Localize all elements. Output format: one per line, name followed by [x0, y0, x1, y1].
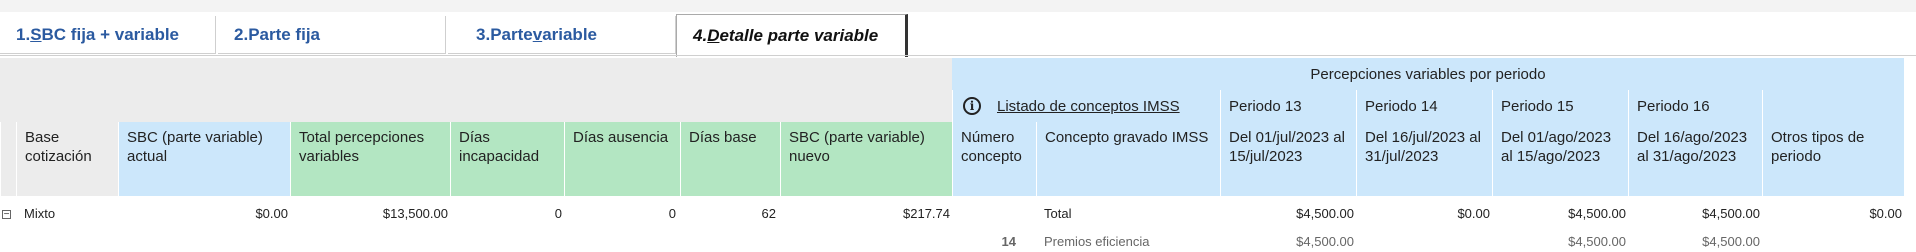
tab-label: Parte fija	[248, 24, 320, 44]
col-sbc-actual[interactable]: SBC (parte variable) actual	[118, 122, 290, 196]
cell-total-percepciones: $13,500.00	[382, 206, 448, 221]
period-15-header: Periodo 15	[1492, 90, 1628, 122]
tab-number: 2.	[234, 24, 249, 44]
tab-sbc-fija-variable[interactable]: 1. S BC fija + variable	[0, 16, 216, 54]
cell-periodo-16: $4,500.00	[1702, 206, 1760, 221]
tab-mnemonic: S	[30, 24, 42, 44]
period-16-header: Periodo 16	[1628, 90, 1762, 122]
tab-mnemonic: v	[532, 24, 543, 44]
tab-label: BC fija + variable	[41, 24, 180, 44]
cell-otros: $0.00	[1869, 206, 1902, 221]
collapse-toggle-icon[interactable]: −	[2, 210, 11, 220]
cell-periodo-16: $4,500.00	[1702, 234, 1760, 249]
col-concepto-gravado[interactable]: Concepto gravado IMSS	[1036, 122, 1220, 196]
tab-number: 3.	[476, 24, 491, 44]
tab-number: 4.	[693, 26, 708, 45]
col-numero-concepto[interactable]: Número concepto	[952, 122, 1036, 196]
cell-concepto: Total	[1044, 206, 1072, 221]
cell-periodo-15: $4,500.00	[1568, 206, 1626, 221]
tab-mnemonic: D	[707, 26, 720, 45]
expander-column-header	[0, 122, 17, 196]
period-13-header: Periodo 13	[1220, 90, 1356, 122]
cell-periodo-13: $4,500.00	[1296, 234, 1354, 249]
grid-header-empty	[0, 58, 952, 122]
col-periodo-16[interactable]: Del 16/ago/2023 al 31/ago/2023	[1628, 122, 1762, 196]
tab-detalle-parte-variable[interactable]: 4. Detalle parte variable	[676, 14, 908, 57]
column-headers: Base cotización SBC (parte variable) act…	[0, 122, 1916, 198]
col-otros-periodos[interactable]: Otros tipos de periodo	[1762, 122, 1904, 196]
cell-periodo-15: $4,500.00	[1568, 234, 1626, 249]
top-strip	[0, 0, 1916, 12]
cell-sbc-nuevo: $217.74	[903, 206, 950, 221]
tab-label: ariable	[542, 24, 597, 44]
table-row-detail[interactable]: 14 Premios eficiencia $4,500.00 $4,500.0…	[0, 234, 1916, 252]
period-14-header: Periodo 14	[1356, 90, 1492, 122]
cell-sbc-actual: $0.00	[255, 206, 288, 221]
cell-numero-concepto: 14	[1001, 234, 1016, 249]
tab-label: etalle parte variable	[719, 26, 879, 45]
tab-label-pre: Parte	[490, 24, 533, 44]
listado-conceptos-link[interactable]: Listado de conceptos IMSS	[997, 98, 1180, 115]
cell-periodo-14: $0.00	[1457, 206, 1490, 221]
col-sbc-nuevo[interactable]: SBC (parte variable) nuevo	[780, 122, 952, 196]
col-dias-base[interactable]: Días base	[680, 122, 780, 196]
tab-number: 1.	[16, 24, 31, 44]
cell-periodo-13: $4,500.00	[1296, 206, 1354, 221]
cell-concepto: Premios eficiencia	[1044, 234, 1150, 249]
tab-parte-variable[interactable]: 3. Parte v ariable	[448, 16, 676, 54]
table-row-summary[interactable]: − Mixto $0.00 $13,500.00 0 0 62 $217.74 …	[0, 206, 1916, 226]
col-periodo-13[interactable]: Del 01/jul/2023 al 15/jul/2023	[1220, 122, 1356, 196]
cell-dias-incapacidad: 0	[554, 206, 562, 221]
listado-conceptos-cell: i Listado de conceptos IMSS	[952, 90, 1220, 122]
period-header-row: i Listado de conceptos IMSS Periodo 13 P…	[952, 90, 1904, 122]
cell-base: Mixto	[24, 206, 56, 221]
cell-dias-base: 62	[761, 206, 776, 221]
col-periodo-14[interactable]: Del 16/jul/2023 al 31/jul/2023	[1356, 122, 1492, 196]
info-icon[interactable]: i	[963, 97, 981, 115]
col-dias-ausencia[interactable]: Días ausencia	[564, 122, 680, 196]
col-periodo-15[interactable]: Del 01/ago/2023 al 15/ago/2023	[1492, 122, 1628, 196]
tab-divider	[0, 55, 1916, 56]
tab-parte-fija[interactable]: 2. Parte fija	[218, 16, 446, 54]
otros-period-header	[1762, 90, 1904, 122]
group-header-percepciones: Percepciones variables por periodo	[952, 58, 1904, 90]
col-base-cotizacion[interactable]: Base cotización	[16, 122, 118, 196]
tab-bar: 1. S BC fija + variable 2. Parte fija 3. Par…	[0, 14, 1916, 57]
col-total-percepciones[interactable]: Total percepciones variables	[290, 122, 450, 196]
col-dias-incapacidad[interactable]: Días incapacidad	[450, 122, 564, 196]
cell-dias-ausencia: 0	[668, 206, 676, 221]
